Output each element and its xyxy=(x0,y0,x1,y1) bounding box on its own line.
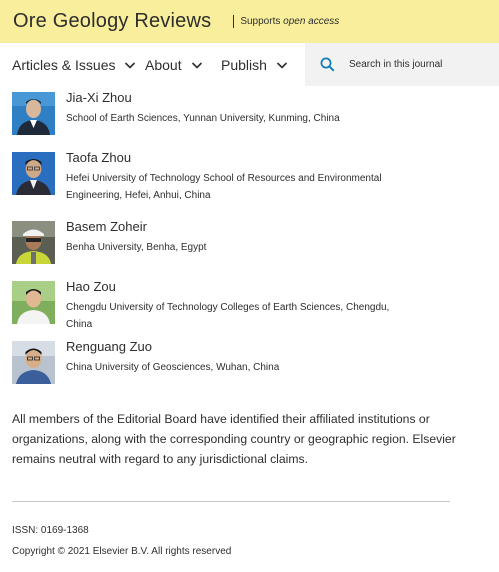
avatar[interactable] xyxy=(12,281,55,324)
chevron-down-icon xyxy=(276,61,287,69)
member-info: Hao Zou Chengdu University of Technology… xyxy=(66,279,396,333)
chevron-down-icon xyxy=(191,61,202,69)
board-member: Taofa Zhou Hefei University of Technolog… xyxy=(12,150,396,204)
journal-header: Ore Geology Reviews Supports open access xyxy=(0,0,499,43)
board-member: Basem Zoheir Benha University, Benha, Eg… xyxy=(12,219,396,264)
member-name[interactable]: Jia-Xi Zhou xyxy=(66,90,396,105)
board-member: Hao Zou Chengdu University of Technology… xyxy=(12,279,396,333)
nav-publish[interactable]: Publish xyxy=(221,57,288,73)
nav-about[interactable]: About xyxy=(145,57,203,73)
footer-divider xyxy=(12,501,450,502)
chevron-down-icon xyxy=(125,61,136,69)
board-member: Jia-Xi Zhou School of Earth Sciences, Yu… xyxy=(12,90,396,135)
open-access-text: open access xyxy=(283,16,340,27)
avatar[interactable] xyxy=(12,341,55,384)
avatar[interactable] xyxy=(12,152,55,195)
avatar[interactable] xyxy=(12,221,55,264)
member-info: Taofa Zhou Hefei University of Technolog… xyxy=(66,150,396,204)
member-affiliation: Hefei University of Technology School of… xyxy=(66,173,382,201)
search-input[interactable] xyxy=(349,59,499,70)
supports-open-access[interactable]: Supports open access xyxy=(233,15,339,28)
nav-about-label: About xyxy=(145,56,182,73)
member-affiliation: China University of Geosciences, Wuhan, … xyxy=(66,362,280,373)
member-affiliation: Benha University, Benha, Egypt xyxy=(66,242,207,253)
avatar[interactable] xyxy=(12,92,55,135)
journal-title[interactable]: Ore Geology Reviews xyxy=(13,10,211,33)
journal-search[interactable] xyxy=(305,43,499,86)
search-icon[interactable] xyxy=(320,57,335,72)
nav-articles-issues-label: Articles & Issues xyxy=(12,56,116,73)
member-info: Basem Zoheir Benha University, Benha, Eg… xyxy=(66,219,396,264)
nav-articles-issues[interactable]: Articles & Issues xyxy=(12,57,136,73)
supports-prefix: Supports xyxy=(240,16,284,27)
member-affiliation: School of Earth Sciences, Yunnan Univers… xyxy=(66,113,340,124)
copyright: Copyright © 2021 Elsevier B.V. All right… xyxy=(12,546,232,557)
main-nav: Articles & Issues About Publish xyxy=(0,43,499,86)
member-name[interactable]: Renguang Zuo xyxy=(66,339,396,354)
member-info: Jia-Xi Zhou School of Earth Sciences, Yu… xyxy=(66,90,396,135)
member-name[interactable]: Hao Zou xyxy=(66,279,396,294)
nav-publish-label: Publish xyxy=(221,56,267,73)
member-name[interactable]: Basem Zoheir xyxy=(66,219,396,234)
board-member: Renguang Zuo China University of Geoscie… xyxy=(12,339,396,384)
member-affiliation: Chengdu University of Technology College… xyxy=(66,302,390,330)
issn: ISSN: 0169-1368 xyxy=(12,525,89,536)
member-info: Renguang Zuo China University of Geoscie… xyxy=(66,339,396,384)
jurisdiction-disclaimer: All members of the Editorial Board have … xyxy=(12,412,456,466)
member-name[interactable]: Taofa Zhou xyxy=(66,150,396,165)
